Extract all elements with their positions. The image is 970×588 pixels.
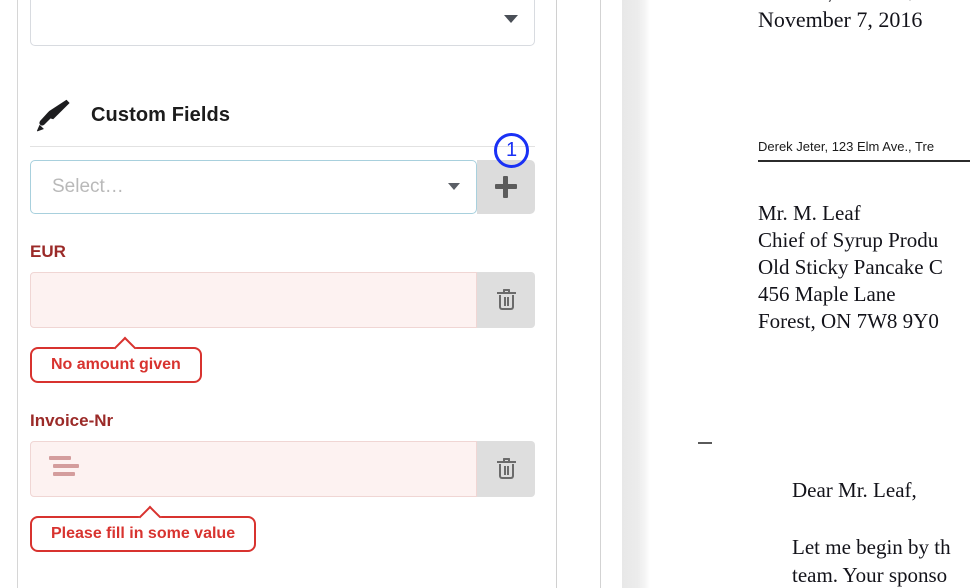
document-sender-underline xyxy=(758,160,970,162)
custom-fields-section-header: Custom Fields xyxy=(30,92,230,138)
document-preview-panel[interactable]: Trenton, ON K8V 2L9 November 7, 2016 Der… xyxy=(622,0,970,588)
body-line: team. Your sponso xyxy=(792,563,948,587)
add-custom-field-button[interactable] xyxy=(477,160,535,214)
error-callout-invoice-nr-text: Please fill in some value xyxy=(51,525,236,542)
trash-icon xyxy=(496,458,516,480)
address-line: Forest, ON 7W8 9Y0 xyxy=(758,309,939,333)
document-date: November 7, 2016 xyxy=(758,7,923,32)
plus-icon xyxy=(495,176,517,198)
body-line: Let me begin by th xyxy=(792,535,951,559)
document-sender-line: Derek Jeter, 123 Elm Ave., Tre xyxy=(758,139,935,154)
custom-field-picker-row: Select… xyxy=(30,160,535,214)
chevron-down-icon xyxy=(504,15,518,23)
delete-eur-field-button[interactable] xyxy=(477,272,535,328)
address-line: Chief of Syrup Produ xyxy=(758,228,939,252)
address-line: Old Sticky Pancake C xyxy=(758,255,943,279)
eur-amount-input[interactable] xyxy=(30,272,477,328)
document-greeting: Dear Mr. Leaf, xyxy=(792,478,917,502)
preview-gap-divider xyxy=(600,0,601,588)
annotation-badge-1: 1 xyxy=(494,133,529,168)
banknote-icon xyxy=(44,282,75,313)
panel-left-divider xyxy=(17,0,18,588)
chevron-down-icon xyxy=(448,183,460,190)
text-lines-icon xyxy=(49,456,79,482)
top-dropdown-clipped[interactable] xyxy=(30,0,535,46)
custom-field-select-placeholder: Select… xyxy=(52,176,124,197)
document-page: Trenton, ON K8V 2L9 November 7, 2016 Der… xyxy=(650,0,970,588)
address-line: 456 Maple Lane xyxy=(758,282,896,306)
error-callout-eur: No amount given xyxy=(30,347,202,383)
section-divider xyxy=(30,146,535,147)
document-recipient-address: Mr. M. Leaf Chief of Syrup Produ Old Sti… xyxy=(758,200,943,335)
document-origin-line: Trenton, ON K8V 2L9 xyxy=(758,0,958,2)
document-body: Let me begin by th team. Your sponso xyxy=(792,533,951,588)
field-row-invoice-nr xyxy=(30,441,535,497)
field-row-eur xyxy=(30,272,535,328)
document-edge-shadow xyxy=(622,0,650,588)
invoice-nr-input[interactable] xyxy=(30,441,477,497)
document-margin-dash xyxy=(698,442,712,444)
delete-invoice-nr-field-button[interactable] xyxy=(477,441,535,497)
section-title: Custom Fields xyxy=(91,103,231,126)
highlighter-marker-icon xyxy=(30,93,74,137)
error-callout-eur-text: No amount given xyxy=(51,356,181,373)
field-label-eur: EUR xyxy=(30,242,66,261)
field-label-invoice-nr: Invoice-Nr xyxy=(30,411,114,430)
application-window: Custom Fields Select… 1 EUR No amount gi… xyxy=(0,0,970,588)
trash-icon xyxy=(496,289,516,311)
custom-field-select[interactable]: Select… xyxy=(30,160,477,214)
error-callout-invoice-nr: Please fill in some value xyxy=(30,516,257,552)
custom-fields-form-panel: Custom Fields Select… 1 EUR No amount gi… xyxy=(0,0,557,588)
address-line: Mr. M. Leaf xyxy=(758,201,861,225)
